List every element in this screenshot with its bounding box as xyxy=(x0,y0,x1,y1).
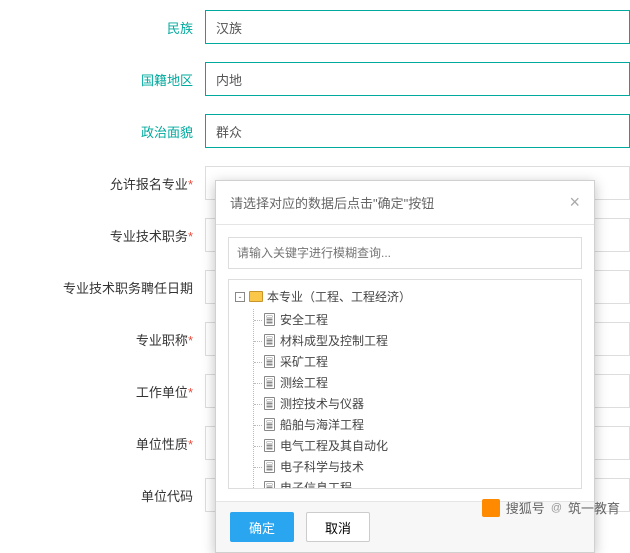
tree-item[interactable]: 测控技术与仪器 xyxy=(254,393,575,414)
watermark: 搜狐号 @ 筑一教育 xyxy=(482,498,620,517)
document-icon xyxy=(264,334,275,347)
tree-item-label: 采矿工程 xyxy=(280,353,328,370)
modal-backdrop: 请选择对应的数据后点击"确定"按钮 × - 本专业（工程、工程经济） 安全工程材… xyxy=(0,0,630,525)
document-icon xyxy=(264,355,275,368)
tree-item[interactable]: 电子信息工程 xyxy=(254,477,575,489)
tree-item[interactable]: 电气工程及其自动化 xyxy=(254,435,575,456)
tree-item-label: 电气工程及其自动化 xyxy=(280,437,388,454)
document-icon xyxy=(264,439,275,452)
watermark-sep: @ xyxy=(551,502,562,514)
tree-item-label: 电子科学与技术 xyxy=(280,458,364,475)
document-icon xyxy=(264,418,275,431)
tree-item-label: 船舶与海洋工程 xyxy=(280,416,364,433)
tree-item[interactable]: 船舶与海洋工程 xyxy=(254,414,575,435)
document-icon xyxy=(264,481,275,489)
sohu-logo-icon xyxy=(482,499,500,517)
tree-item[interactable]: 电子科学与技术 xyxy=(254,456,575,477)
folder-icon xyxy=(249,291,263,302)
tree[interactable]: - 本专业（工程、工程经济） 安全工程材料成型及控制工程采矿工程测绘工程测控技术… xyxy=(228,279,582,489)
tree-item-label: 测绘工程 xyxy=(280,374,328,391)
tree-root[interactable]: - 本专业（工程、工程经济） xyxy=(235,288,575,305)
minus-icon[interactable]: - xyxy=(235,292,245,302)
document-icon xyxy=(264,397,275,410)
search-input[interactable] xyxy=(228,237,582,269)
watermark-author: 筑一教育 xyxy=(568,498,620,517)
tree-item-label: 材料成型及控制工程 xyxy=(280,332,388,349)
modal-body: - 本专业（工程、工程经济） 安全工程材料成型及控制工程采矿工程测绘工程测控技术… xyxy=(216,225,594,501)
tree-item[interactable]: 测绘工程 xyxy=(254,372,575,393)
tree-root-label: 本专业（工程、工程经济） xyxy=(267,288,411,305)
tree-item[interactable]: 采矿工程 xyxy=(254,351,575,372)
cancel-button[interactable]: 取消 xyxy=(306,512,370,542)
tree-item-label: 安全工程 xyxy=(280,311,328,328)
modal-title: 请选择对应的数据后点击"确定"按钮 xyxy=(230,193,434,212)
close-icon[interactable]: × xyxy=(569,192,580,213)
tree-item-label: 电子信息工程 xyxy=(280,479,352,489)
tree-item-label: 测控技术与仪器 xyxy=(280,395,364,412)
modal-header: 请选择对应的数据后点击"确定"按钮 × xyxy=(216,181,594,225)
tree-children: 安全工程材料成型及控制工程采矿工程测绘工程测控技术与仪器船舶与海洋工程电气工程及… xyxy=(253,309,575,489)
document-icon xyxy=(264,376,275,389)
tree-item[interactable]: 安全工程 xyxy=(254,309,575,330)
confirm-button[interactable]: 确定 xyxy=(230,512,294,542)
document-icon xyxy=(264,460,275,473)
tree-item[interactable]: 材料成型及控制工程 xyxy=(254,330,575,351)
watermark-brand: 搜狐号 xyxy=(506,498,545,517)
document-icon xyxy=(264,313,275,326)
